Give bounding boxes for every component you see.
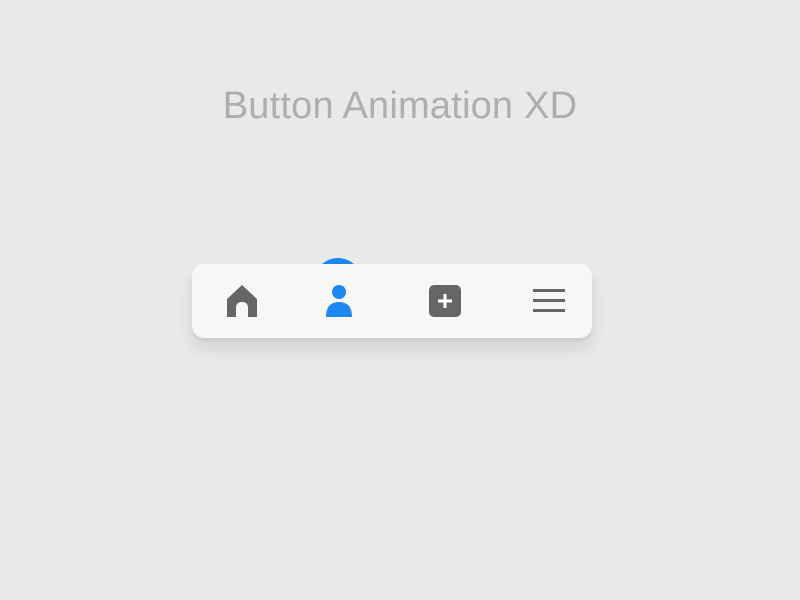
canvas: Button Animation XD	[0, 0, 800, 600]
nav-button-menu[interactable]	[499, 264, 599, 338]
user-icon	[326, 285, 352, 317]
nav-button-add[interactable]	[395, 264, 495, 338]
home-icon	[227, 285, 257, 317]
hamburger-menu-icon	[533, 289, 565, 312]
nav-button-profile[interactable]	[289, 264, 389, 338]
nav-button-home[interactable]	[192, 264, 292, 338]
page-title: Button Animation XD	[222, 85, 578, 127]
plus-square-icon	[429, 285, 461, 317]
bottom-nav-bar	[192, 264, 592, 338]
